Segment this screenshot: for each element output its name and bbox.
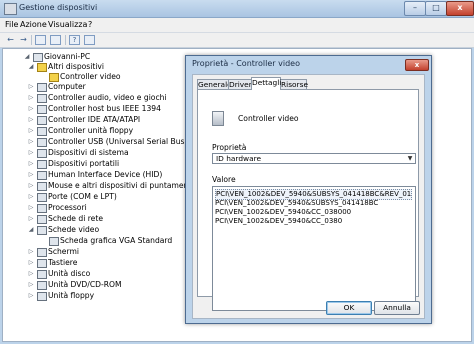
computer-icon [33, 53, 43, 62]
window-title: Gestione dispositivi [19, 3, 98, 12]
toolbar: ← → ? [0, 33, 474, 48]
ok-button[interactable]: OK [326, 301, 372, 315]
firewire-icon [37, 105, 47, 114]
dialog-close-button[interactable]: x [405, 59, 429, 71]
computer-icon [37, 83, 47, 92]
details-tab-page: Controller video Proprietà ID hardware ▼… [197, 89, 419, 311]
expand-icon[interactable]: ▷ [27, 280, 35, 290]
dialog-title: Proprietà - Controller video [192, 59, 300, 68]
scan-icon[interactable] [84, 35, 95, 45]
mouse-icon [37, 182, 47, 191]
toolbar-separator [65, 35, 66, 45]
expand-icon[interactable]: ▷ [27, 269, 35, 279]
property-dropdown[interactable]: ID hardware ▼ [212, 153, 416, 164]
monitor-icon [37, 248, 47, 257]
value-list-item[interactable]: PCI\VEN_1002&DEV_5940&CC_038000 [215, 208, 351, 217]
device-manager-window: Gestione dispositivi – □ x File Azione V… [0, 0, 474, 344]
property-dropdown-value: ID hardware [216, 154, 262, 163]
value-label: Valore [212, 175, 236, 184]
chevron-down-icon[interactable]: ▼ [405, 154, 415, 163]
menu-azione[interactable]: Azione [20, 20, 47, 29]
display-adapter-icon [37, 226, 47, 235]
expand-icon[interactable]: ▷ [27, 104, 35, 114]
expand-icon[interactable]: ▷ [27, 159, 35, 169]
display-adapter-icon [49, 237, 59, 246]
network-adapter-icon [37, 215, 47, 224]
toolbar-separator [31, 35, 32, 45]
device-manager-icon [4, 3, 17, 15]
expand-icon[interactable]: ▷ [27, 203, 35, 213]
title-bar[interactable]: Gestione dispositivi – □ x [0, 0, 474, 18]
collapse-icon[interactable]: ◢ [23, 52, 31, 62]
system-device-icon [37, 149, 47, 158]
collapse-icon[interactable]: ◢ [27, 62, 35, 72]
floppy-drive-icon [37, 292, 47, 301]
properties-icon[interactable] [35, 35, 46, 45]
expand-icon[interactable]: ▷ [27, 214, 35, 224]
help-icon[interactable]: ? [69, 35, 80, 45]
unknown-device-icon [37, 63, 47, 72]
expand-icon[interactable]: ▷ [27, 258, 35, 268]
minimize-button[interactable]: – [404, 1, 426, 16]
expand-icon[interactable]: ▷ [27, 247, 35, 257]
value-list-item[interactable]: PCI\VEN_1002&DEV_5940&SUBSYS_041418BC [215, 199, 378, 208]
video-controller-icon [212, 111, 224, 126]
warning-icon [49, 73, 59, 82]
floppy-controller-icon [37, 127, 47, 136]
close-button[interactable]: x [446, 1, 474, 16]
disk-drive-icon [37, 270, 47, 279]
expand-icon[interactable]: ▷ [27, 181, 35, 191]
ide-controller-icon [37, 116, 47, 125]
expand-icon[interactable]: ▷ [27, 115, 35, 125]
value-list[interactable]: PCI\VEN_1002&DEV_5940&SUBSYS_041418BC&RE… [212, 186, 416, 311]
port-icon [37, 193, 47, 202]
expand-icon[interactable]: ▷ [27, 148, 35, 158]
value-list-item[interactable]: PCI\VEN_1002&DEV_5940&CC_0380 [215, 217, 342, 226]
cancel-button[interactable]: Annulla [374, 301, 420, 315]
list-icon[interactable] [50, 35, 61, 45]
menu-help[interactable]: ? [88, 20, 92, 29]
menu-visualizza[interactable]: Visualizza [48, 20, 87, 29]
expand-icon[interactable]: ▷ [27, 192, 35, 202]
forward-icon[interactable]: → [18, 35, 29, 45]
expand-icon[interactable]: ▷ [27, 126, 35, 136]
hid-icon [37, 171, 47, 180]
expand-icon[interactable]: ▷ [27, 93, 35, 103]
tab-dettagli[interactable]: Dettagli [251, 77, 281, 90]
back-icon[interactable]: ← [5, 35, 16, 45]
dvd-drive-icon [37, 281, 47, 290]
keyboard-icon [37, 259, 47, 268]
property-label: Proprietà [212, 143, 247, 152]
expand-icon[interactable]: ▷ [27, 137, 35, 147]
expand-icon[interactable]: ▷ [27, 82, 35, 92]
expand-icon[interactable]: ▷ [27, 291, 35, 301]
properties-dialog: Proprietà - Controller video x Generale … [185, 55, 432, 324]
menu-file[interactable]: File [5, 20, 18, 29]
collapse-icon[interactable]: ◢ [27, 225, 35, 235]
processor-icon [37, 204, 47, 213]
menu-bar: File Azione Visualizza ? [0, 18, 474, 33]
dialog-content: Generale Driver Dettagli Risorse Control… [192, 74, 425, 319]
usb-icon [37, 138, 47, 147]
expand-icon[interactable]: ▷ [27, 170, 35, 180]
speaker-icon [37, 94, 47, 103]
device-name: Controller video [238, 114, 299, 123]
portable-device-icon [37, 160, 47, 169]
maximize-button[interactable]: □ [425, 1, 447, 16]
